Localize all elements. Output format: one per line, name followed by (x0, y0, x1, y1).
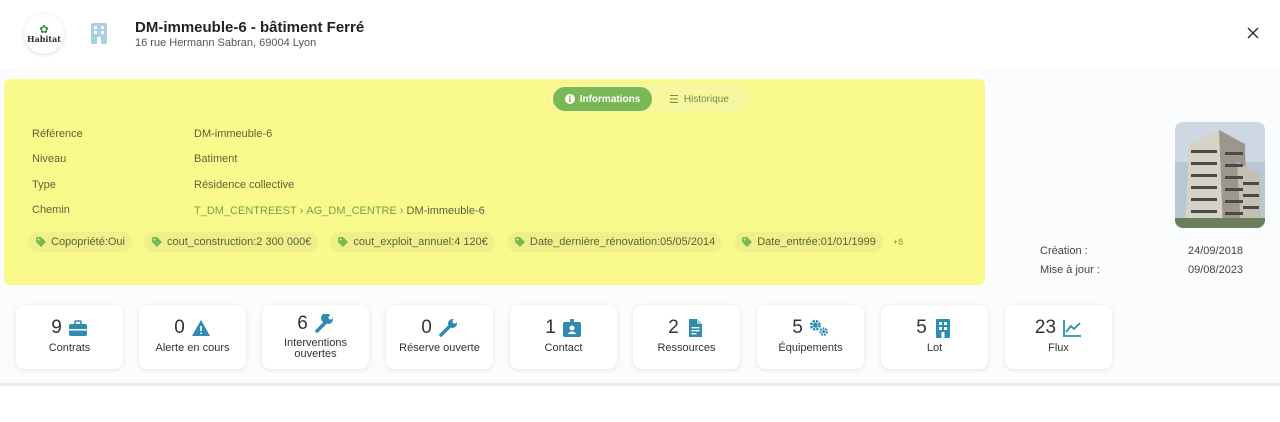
habitat-logo: ✿ Habitat (24, 14, 64, 54)
address: 16 rue Hermann Sabran, 69004 Lyon (135, 37, 317, 49)
reference-value: DM-immeuble-6 (194, 128, 273, 140)
contact-card-icon (562, 319, 581, 337)
header: ✿ Habitat DM-immeuble-6 - bâtiment Ferré… (0, 0, 1280, 68)
breadcrumb-link[interactable]: T_DM_CENTREEST (194, 205, 297, 217)
gears-icon (809, 319, 828, 336)
building-photo (1175, 122, 1265, 228)
page-title: DM-immeuble-6 - bâtiment Ferré (135, 19, 365, 36)
update-date: 09/08/2023 (1188, 264, 1244, 276)
chevron-right-icon: › (399, 205, 404, 217)
card-flux[interactable]: 23 Flux (1005, 305, 1112, 369)
card-interventions[interactable]: 6 Interventions ouvertes (262, 305, 369, 369)
card-ressources[interactable]: 2 Ressources (633, 305, 740, 369)
information-section: i Informations ☰ Historique Référence DM… (4, 79, 985, 285)
warning-icon (191, 320, 210, 336)
tab-bar: i Informations ☰ Historique (549, 83, 749, 113)
card-contact[interactable]: 1 Contact (510, 305, 617, 369)
card-alerte[interactable]: 0 Alerte en cours (139, 305, 246, 369)
close-icon[interactable] (1246, 26, 1260, 40)
info-icon: i (564, 94, 575, 104)
tag-chip[interactable]: Date_entrée:01/01/1999 (734, 232, 883, 252)
toolbox-icon (68, 320, 87, 336)
creation-date: 24/09/2018 (1188, 245, 1244, 257)
building-icon (91, 23, 107, 44)
document-icon (688, 319, 702, 337)
card-reserve[interactable]: 0 Réserve ouverte (386, 305, 493, 369)
creation-label: Création : (1040, 245, 1088, 257)
wrench-icon (315, 314, 333, 333)
tag-chip[interactable]: Date_dernière_rénovation:05/05/2014 (506, 232, 723, 252)
tag-icon (36, 237, 46, 247)
update-label: Mise à jour : (1040, 264, 1100, 276)
card-equipements[interactable]: 5 Équipements (757, 305, 864, 369)
tag-icon (338, 237, 349, 247)
breadcrumb-link[interactable]: AG_DM_CENTRE (306, 205, 396, 217)
tag-icon (514, 237, 525, 247)
reference-label: Référence (32, 128, 83, 140)
card-lot[interactable]: 5 Lot (881, 305, 988, 369)
breadcrumb: T_DM_CENTREEST › AG_DM_CENTRE › DM-immeuble-… (194, 205, 485, 217)
card-contrats[interactable]: 9 Contrats (16, 305, 123, 369)
tag-chip[interactable]: cout_exploit_annuel:4 120€ (330, 232, 495, 252)
type-value: Résidence collective (194, 179, 295, 191)
tab-informations[interactable]: i Informations (553, 87, 652, 111)
breadcrumb-current: DM-immeuble-6 (406, 205, 485, 217)
niveau-value: Batiment (194, 153, 238, 165)
tag-icon (742, 237, 753, 247)
wrench-icon (439, 319, 457, 337)
niveau-label: Niveau (32, 153, 67, 165)
tag-chip[interactable]: cout_construction:2 300 000€ (144, 232, 319, 252)
tag-list: Copopriété:Oui cout_construction:2 300 0… (28, 232, 903, 252)
building-icon (935, 319, 950, 338)
tab-historique[interactable]: ☰ Historique (669, 87, 741, 111)
chevron-right-icon: › (299, 205, 304, 217)
chemin-label: Chemin (32, 204, 70, 216)
tag-icon (152, 237, 162, 247)
line-chart-icon (1063, 320, 1082, 337)
list-icon: ☰ (669, 93, 679, 106)
tag-chip[interactable]: Copopriété:Oui (28, 232, 132, 252)
type-label: Type (32, 179, 56, 191)
more-tags-link[interactable]: +8 (893, 237, 903, 247)
